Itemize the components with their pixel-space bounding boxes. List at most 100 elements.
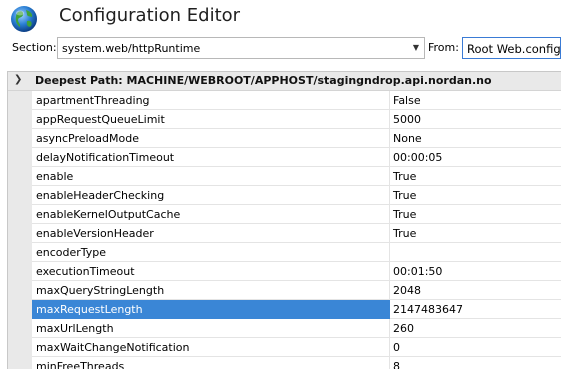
property-name-cell[interactable]: executionTimeout — [32, 262, 390, 281]
from-dropdown[interactable]: Root Web.config — [462, 37, 561, 59]
section-label: Section: — [12, 41, 57, 54]
property-value-cell[interactable]: 00:01:50 — [390, 262, 561, 281]
row-gutter — [8, 300, 32, 319]
property-row[interactable]: executionTimeout 00:01:50 — [8, 262, 561, 281]
property-value: 00:00:05 — [393, 151, 443, 164]
property-value-cell[interactable]: True — [390, 224, 561, 243]
property-row[interactable]: asyncPreloadMode None — [8, 129, 561, 148]
property-name: enableKernelOutputCache — [36, 208, 181, 221]
chevron-down-icon[interactable]: ▼ — [409, 40, 423, 56]
row-gutter — [8, 357, 32, 369]
property-name-cell[interactable]: minFreeThreads — [32, 357, 390, 369]
property-value: 5000 — [393, 113, 421, 126]
property-value-cell[interactable] — [390, 243, 561, 262]
property-row[interactable]: delayNotificationTimeout 00:00:05 — [8, 148, 561, 167]
property-row[interactable]: apartmentThreading False — [8, 91, 561, 110]
property-name: maxRequestLength — [36, 303, 143, 316]
property-row[interactable]: minFreeThreads 8 — [8, 357, 561, 369]
collapse-chevron-icon[interactable]: ❯ — [14, 74, 22, 85]
property-name-cell[interactable]: asyncPreloadMode — [32, 129, 390, 148]
property-name: enable — [36, 170, 74, 183]
property-value-cell[interactable]: 260 — [390, 319, 561, 338]
property-name: maxWaitChangeNotification — [36, 341, 190, 354]
property-row[interactable]: maxQueryStringLength 2048 — [8, 281, 561, 300]
section-dropdown[interactable]: system.web/httpRuntime — [57, 37, 425, 59]
property-name-cell[interactable]: delayNotificationTimeout — [32, 148, 390, 167]
property-value-cell[interactable]: 8 — [390, 357, 561, 369]
property-value-cell[interactable]: 2147483647 — [390, 300, 561, 319]
property-row[interactable]: maxUrlLength 260 — [8, 319, 561, 338]
property-value: 00:01:50 — [393, 265, 443, 278]
property-value-cell[interactable]: 5000 — [390, 110, 561, 129]
property-name-cell[interactable]: maxUrlLength — [32, 319, 390, 338]
property-name: enableVersionHeader — [36, 227, 154, 240]
property-name: enableHeaderChecking — [36, 189, 165, 202]
property-name: appRequestQueueLimit — [36, 113, 165, 126]
property-name: maxQueryStringLength — [36, 284, 165, 297]
property-name-cell[interactable]: enableVersionHeader — [32, 224, 390, 243]
property-value: True — [393, 227, 417, 240]
property-name-cell[interactable]: enable — [32, 167, 390, 186]
property-name-cell[interactable]: appRequestQueueLimit — [32, 110, 390, 129]
property-value: 260 — [393, 322, 414, 335]
from-value: Root Web.config — [467, 42, 561, 56]
row-gutter — [8, 91, 32, 110]
group-header[interactable]: ❯ Deepest Path: MACHINE/WEBROOT/APPHOST/… — [8, 72, 561, 91]
property-row[interactable]: appRequestQueueLimit 5000 — [8, 110, 561, 129]
row-gutter — [8, 262, 32, 281]
row-gutter — [8, 167, 32, 186]
row-gutter — [8, 281, 32, 300]
property-value-cell[interactable]: 2048 — [390, 281, 561, 300]
property-value-cell[interactable]: True — [390, 205, 561, 224]
property-row[interactable]: enableKernelOutputCache True — [8, 205, 561, 224]
property-value-cell[interactable]: 0 — [390, 338, 561, 357]
row-gutter — [8, 243, 32, 262]
property-row[interactable]: encoderType — [8, 243, 561, 262]
group-header-text: Deepest Path: MACHINE/WEBROOT/APPHOST/st… — [35, 74, 492, 87]
property-name: delayNotificationTimeout — [36, 151, 175, 164]
property-name: asyncPreloadMode — [36, 132, 139, 145]
row-gutter — [8, 186, 32, 205]
property-name-cell[interactable]: maxRequestLength — [32, 300, 390, 319]
property-value: True — [393, 170, 417, 183]
property-value: 2048 — [393, 284, 421, 297]
property-row[interactable]: maxWaitChangeNotification 0 — [8, 338, 561, 357]
property-value-cell[interactable]: True — [390, 186, 561, 205]
section-toolbar: Section: system.web/httpRuntime ▼ From: … — [0, 36, 561, 62]
property-value: False — [393, 94, 421, 107]
from-label: From: — [428, 41, 459, 54]
page-title: Configuration Editor — [59, 5, 241, 26]
property-value-cell[interactable]: 00:00:05 — [390, 148, 561, 167]
property-row[interactable]: enableVersionHeader True — [8, 224, 561, 243]
property-name-cell[interactable]: encoderType — [32, 243, 390, 262]
property-row[interactable]: maxRequestLength 2147483647 — [8, 300, 561, 319]
property-name: apartmentThreading — [36, 94, 150, 107]
property-value-cell[interactable]: None — [390, 129, 561, 148]
property-value: True — [393, 208, 417, 221]
property-name-cell[interactable]: enableKernelOutputCache — [32, 205, 390, 224]
row-gutter — [8, 224, 32, 243]
property-row[interactable]: enable True — [8, 167, 561, 186]
row-gutter — [8, 129, 32, 148]
row-gutter — [8, 148, 32, 167]
property-value: 0 — [393, 341, 400, 354]
property-name-cell[interactable]: maxQueryStringLength — [32, 281, 390, 300]
property-name: maxUrlLength — [36, 322, 114, 335]
row-gutter — [8, 338, 32, 357]
property-value-cell[interactable]: True — [390, 167, 561, 186]
property-row[interactable]: enableHeaderChecking True — [8, 186, 561, 205]
property-value-cell[interactable]: False — [390, 91, 561, 110]
property-value: True — [393, 189, 417, 202]
row-gutter — [8, 110, 32, 129]
globe-icon — [11, 6, 37, 32]
property-name-cell[interactable]: enableHeaderChecking — [32, 186, 390, 205]
property-name: executionTimeout — [36, 265, 135, 278]
section-value: system.web/httpRuntime — [62, 42, 201, 55]
row-gutter — [8, 205, 32, 224]
property-name-cell[interactable]: maxWaitChangeNotification — [32, 338, 390, 357]
row-gutter — [8, 319, 32, 338]
title-bar: Configuration Editor — [0, 0, 561, 38]
property-value: None — [393, 132, 422, 145]
property-grid: ❯ Deepest Path: MACHINE/WEBROOT/APPHOST/… — [7, 71, 561, 369]
property-name-cell[interactable]: apartmentThreading — [32, 91, 390, 110]
